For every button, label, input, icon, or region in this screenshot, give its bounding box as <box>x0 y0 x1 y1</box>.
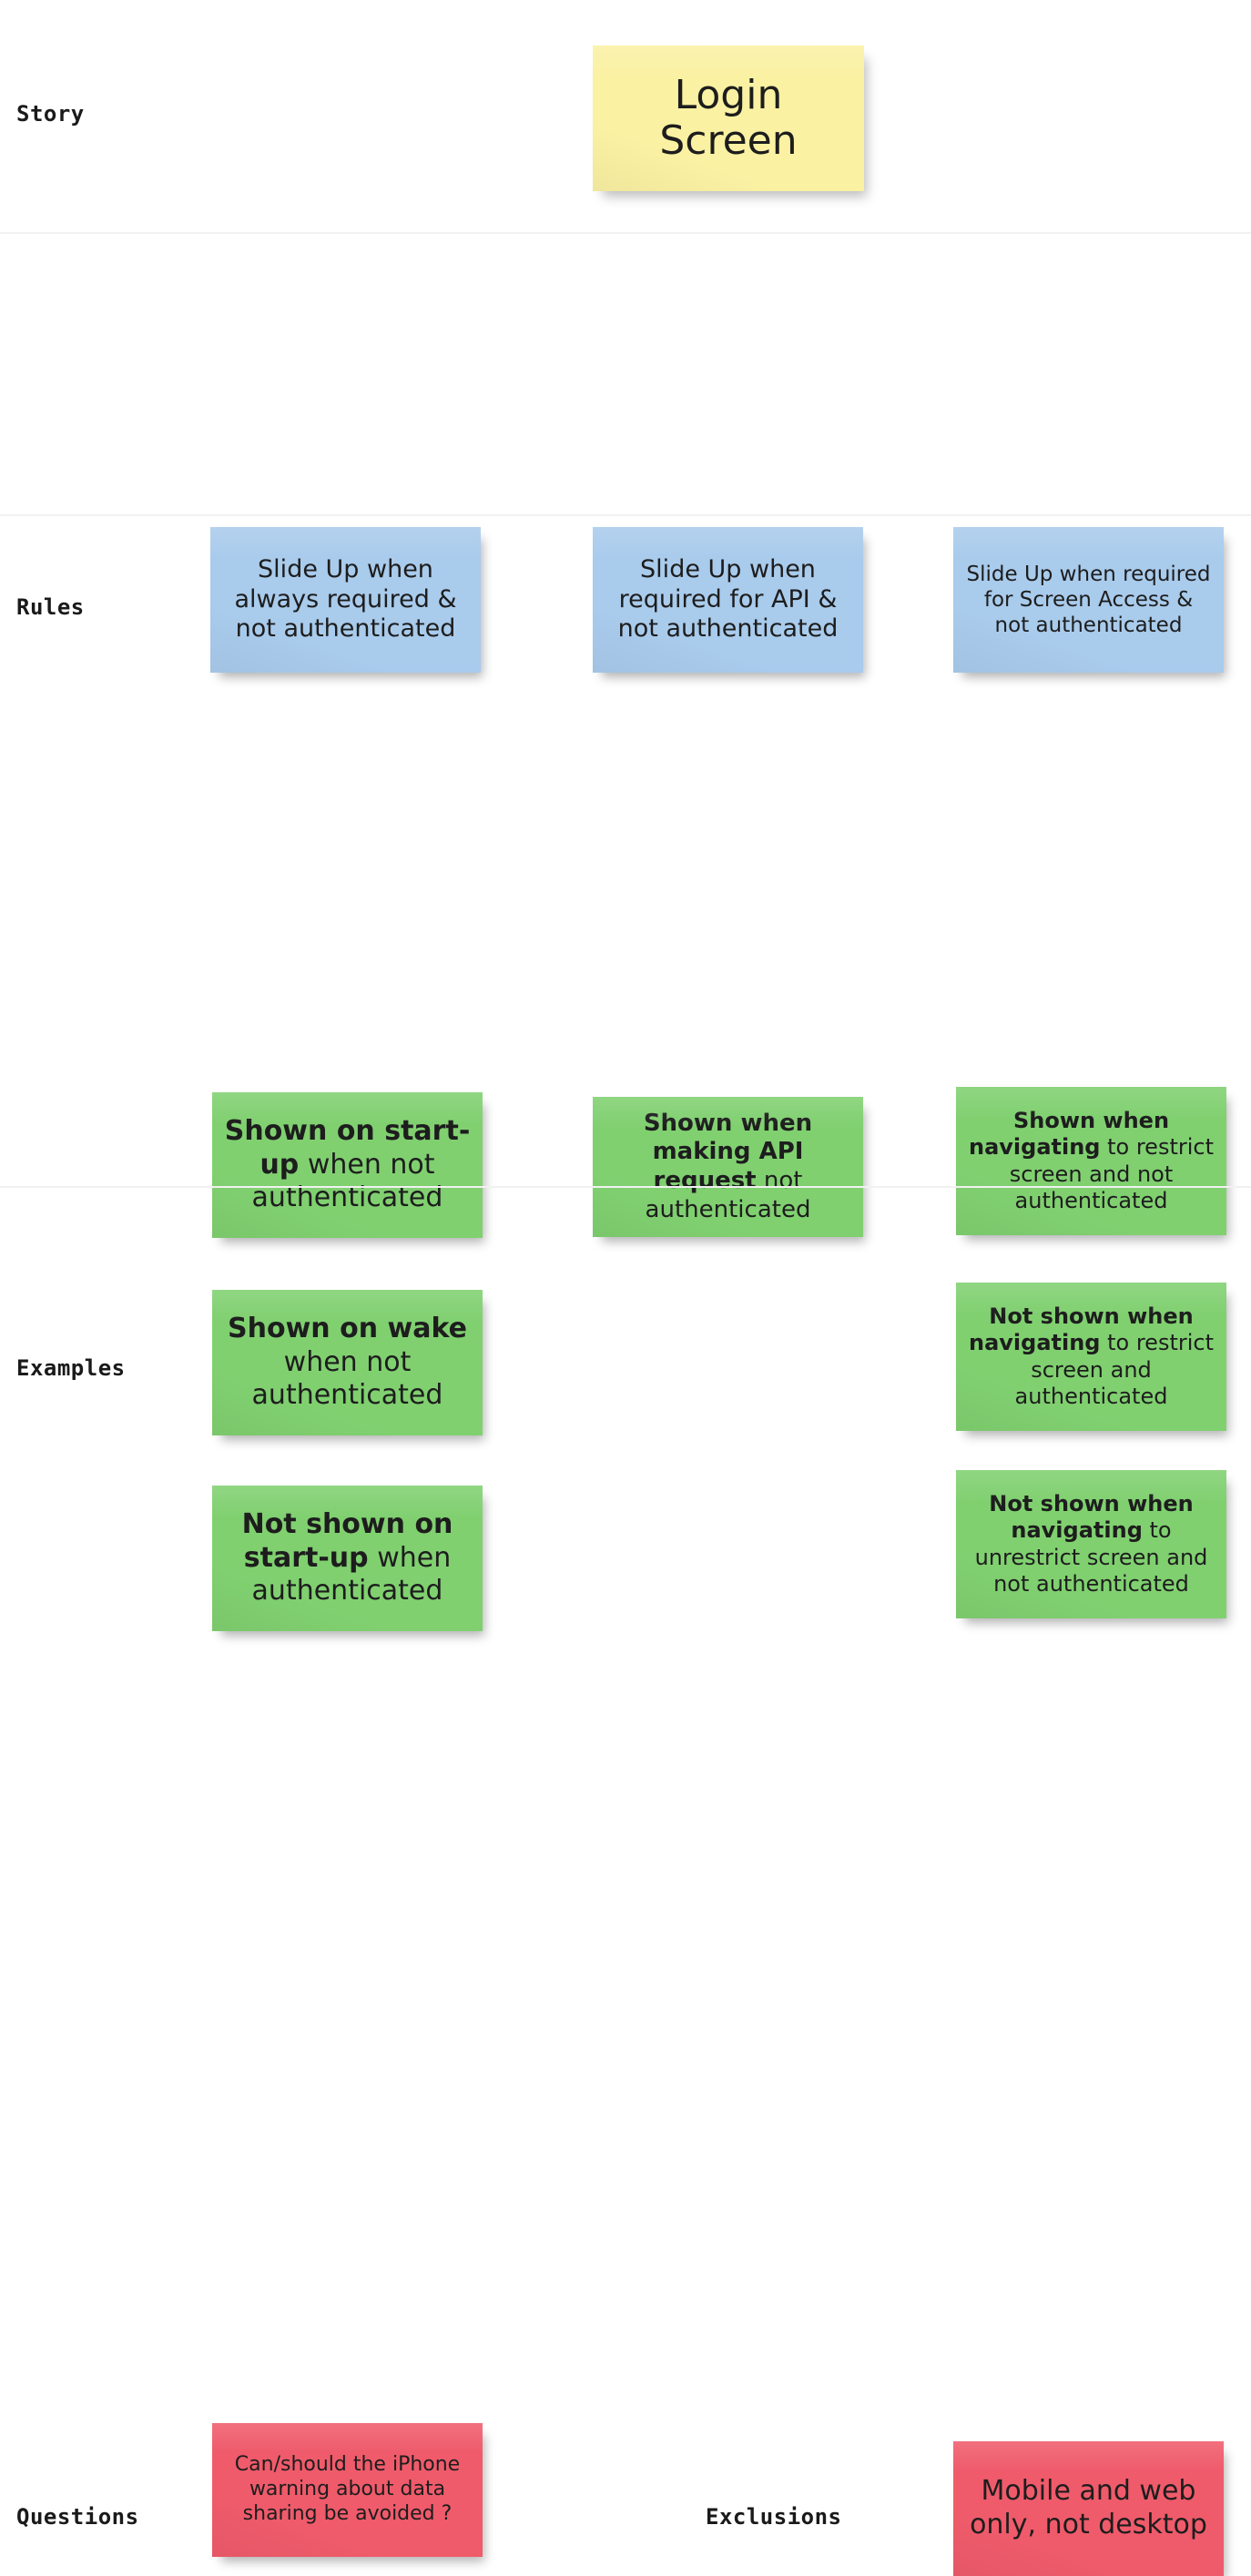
row-label-exclusions: Exclusions <box>706 2504 842 2530</box>
story-note-line-2: Screen <box>659 117 798 164</box>
row-label-story: Story <box>16 101 85 127</box>
story-note[interactable]: Login Screen <box>593 46 864 191</box>
question-note[interactable]: Can/should the iPhone warning about data… <box>212 2423 483 2557</box>
exclusion-note-text: Mobile and web only, not desktop <box>970 2475 1207 2541</box>
questions-exclusions-row: Questions Can/should the iPhone warning … <box>0 1188 1251 2576</box>
examples-row: Examples Shown on start-up when not auth… <box>0 516 1251 1631</box>
rules-row: Rules Slide Up when always required & no… <box>0 234 1251 673</box>
story-note-line-1: Login <box>674 71 783 118</box>
question-note-text: Can/should the iPhone warning about data… <box>234 2453 461 2525</box>
exclusion-note[interactable]: Mobile and web only, not desktop <box>953 2441 1224 2576</box>
example-note[interactable]: Not shown on start-up when authenticated <box>212 1486 483 1631</box>
example-mapping-board: Story Login Screen Rules Slide Up when a… <box>0 0 1251 2576</box>
example-note[interactable]: Not shown when navigating to unrestrict … <box>956 1470 1226 1618</box>
story-row: Story Login Screen <box>0 0 1251 232</box>
row-label-questions: Questions <box>16 2504 139 2530</box>
